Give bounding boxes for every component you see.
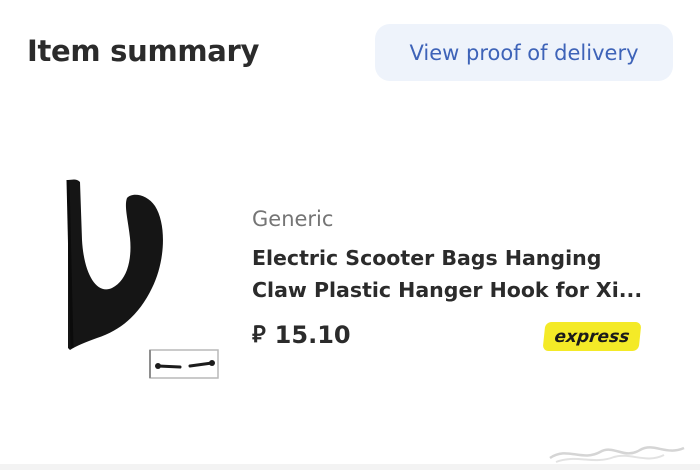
hook-shape (68, 179, 163, 350)
product-name-link[interactable]: Electric Scooter Bags Hanging Claw Plast… (252, 242, 644, 306)
price-row: ⃁ 15.10 (252, 320, 351, 349)
product-image[interactable] (52, 170, 227, 385)
product-brand: Generic (252, 207, 334, 231)
product-price: 15.10 (274, 320, 351, 349)
currency-symbol: ⃁ (252, 322, 266, 348)
page-title: Item summary (27, 34, 260, 68)
watermark-logo (549, 446, 685, 463)
view-proof-of-delivery-button[interactable]: View proof of delivery (375, 24, 673, 81)
express-badge: express (542, 322, 642, 351)
